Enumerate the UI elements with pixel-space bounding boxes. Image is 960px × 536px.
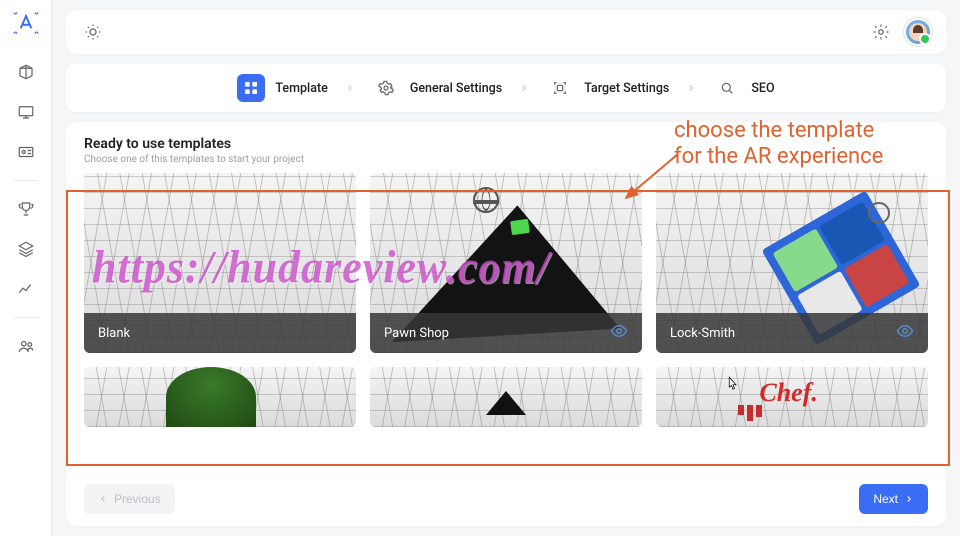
- search-icon: [713, 74, 741, 102]
- chevron-right-icon: [683, 83, 699, 93]
- template-card-blank[interactable]: Blank: [84, 173, 356, 353]
- template-card[interactable]: [370, 367, 642, 427]
- template-card-pawn-shop[interactable]: Pawn Shop: [370, 173, 642, 353]
- nav-monitor-icon[interactable]: [6, 94, 46, 130]
- chevron-right-icon: [516, 83, 532, 93]
- nav-layers-icon[interactable]: [6, 231, 46, 267]
- topbar: [66, 10, 946, 54]
- chevron-right-icon: [342, 83, 358, 93]
- step-label: SEO: [751, 81, 774, 96]
- template-name: Blank: [98, 326, 130, 341]
- template-name: Pawn Shop: [384, 326, 449, 341]
- scan-icon: [546, 74, 574, 102]
- section-subtitle: Choose one of this templates to start yo…: [84, 154, 928, 165]
- step-label: Target Settings: [584, 81, 669, 96]
- button-label: Previous: [114, 492, 161, 506]
- previous-button[interactable]: Previous: [84, 484, 175, 514]
- step-seo[interactable]: SEO: [713, 74, 774, 102]
- settings-gear-icon[interactable]: [868, 19, 894, 45]
- sidebar-divider: [14, 317, 38, 318]
- sidebar-divider: [14, 180, 38, 181]
- template-card[interactable]: [84, 367, 356, 427]
- app-logo: [11, 8, 41, 38]
- sidebar: [0, 0, 52, 536]
- brightness-icon[interactable]: [80, 19, 106, 45]
- template-card[interactable]: Chef.: [656, 367, 928, 427]
- main-area: Template General Settings Target Setting…: [52, 0, 960, 536]
- wizard-stepper: Template General Settings Target Setting…: [66, 64, 946, 112]
- gear-icon: [372, 74, 400, 102]
- button-label: Next: [873, 492, 898, 506]
- nav-3d-icon[interactable]: [6, 54, 46, 90]
- template-grid: Blank Pawn Shop Lock-Smith: [84, 173, 928, 427]
- grid-icon: [237, 74, 265, 102]
- step-label: General Settings: [410, 81, 502, 96]
- nav-trophy-icon[interactable]: [6, 191, 46, 227]
- user-avatar[interactable]: [904, 18, 932, 46]
- step-template[interactable]: Template: [237, 74, 327, 102]
- step-target-settings[interactable]: Target Settings: [546, 74, 669, 102]
- template-name: Lock-Smith: [670, 326, 735, 341]
- content-panel: Ready to use templates Choose one of thi…: [66, 122, 946, 526]
- eye-icon: [896, 322, 914, 344]
- step-label: Template: [275, 81, 327, 96]
- section-title: Ready to use templates: [84, 136, 928, 152]
- next-button[interactable]: Next: [859, 484, 928, 514]
- eye-icon: [610, 322, 628, 344]
- template-card-lock-smith[interactable]: Lock-Smith: [656, 173, 928, 353]
- step-general-settings[interactable]: General Settings: [372, 74, 502, 102]
- nav-users-icon[interactable]: [6, 328, 46, 364]
- wizard-footer: Previous Next: [84, 484, 928, 514]
- nav-chart-icon[interactable]: [6, 271, 46, 307]
- nav-id-icon[interactable]: [6, 134, 46, 170]
